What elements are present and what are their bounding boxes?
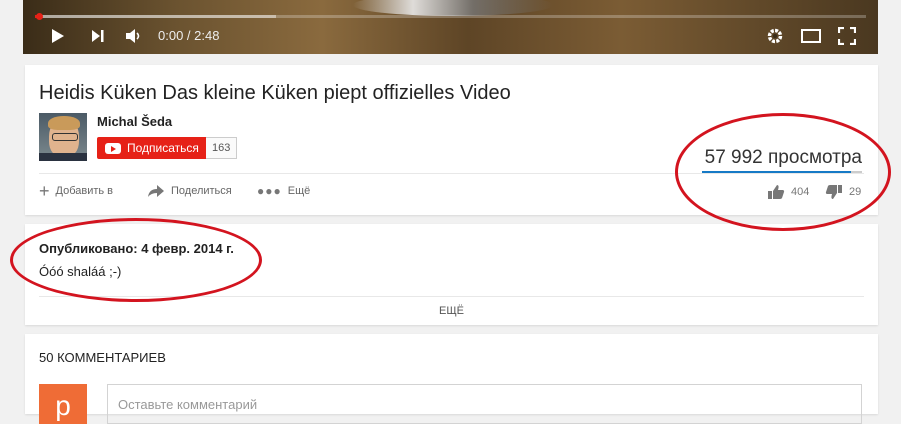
share-icon <box>148 185 164 197</box>
add-to-label: Добавить в <box>55 185 114 197</box>
settings-icon <box>767 28 783 44</box>
dislike-icon <box>825 185 842 199</box>
like-count: 404 <box>791 186 810 198</box>
progress-scrubber[interactable] <box>36 13 43 20</box>
subscribe-button[interactable]: Подписаться <box>97 137 206 159</box>
channel-name[interactable]: Michal Šeda <box>97 114 172 129</box>
video-player[interactable]: 0:00 / 2:48 <box>23 0 878 54</box>
add-icon: + <box>39 181 50 201</box>
like-icon <box>768 185 785 199</box>
divider <box>39 296 864 297</box>
subscriber-count: 163 <box>206 137 238 159</box>
avatar[interactable] <box>39 113 87 161</box>
dislike-button[interactable]: 29 <box>825 184 861 200</box>
comment-input[interactable]: Оставьте комментарий <box>107 384 862 424</box>
volume-icon <box>126 29 140 43</box>
next-icon <box>92 30 104 42</box>
dislike-count: 29 <box>849 186 862 198</box>
settings-button[interactable] <box>765 26 785 46</box>
time-display: 0:00 / 2:48 <box>158 28 220 43</box>
theater-icon <box>801 29 821 43</box>
progress-loaded <box>35 15 276 18</box>
add-to-button[interactable]: + Добавить в <box>39 181 114 201</box>
comments-count: 50 КОММЕНТАРИЕВ <box>39 350 166 365</box>
video-title: Heidis Küken Das kleine Küken piept offi… <box>39 82 511 104</box>
like-button[interactable]: 404 <box>767 184 809 200</box>
description-card: Опубликовано: 4 февр. 2014 г. Óóó shaláá… <box>25 224 878 325</box>
fullscreen-button[interactable] <box>837 26 857 46</box>
more-icon: ●●● <box>257 184 282 198</box>
progress-bar[interactable] <box>35 13 866 20</box>
more-actions-button[interactable]: ●●● Ещё <box>257 184 310 198</box>
play-icon <box>52 29 64 43</box>
fullscreen-icon <box>838 27 856 45</box>
video-info-card: Heidis Küken Das kleine Küken piept offi… <box>25 65 878 215</box>
share-label: Поделиться <box>171 185 232 197</box>
avatar: p <box>39 384 87 424</box>
next-button[interactable] <box>89 26 107 46</box>
subscribe-label: Подписаться <box>127 141 199 155</box>
play-button[interactable] <box>49 26 67 46</box>
video-frame <box>353 0 553 16</box>
theater-button[interactable] <box>800 26 822 46</box>
show-more-button[interactable]: ЕЩЁ <box>25 305 878 317</box>
youtube-logo-icon <box>105 142 121 154</box>
more-actions-label: Ещё <box>287 185 311 197</box>
description-text: Óóó shaláá ;-) <box>39 264 122 279</box>
divider <box>39 173 864 174</box>
volume-button[interactable] <box>124 26 144 46</box>
comments-card: 50 КОММЕНТАРИЕВ p Оставьте комментарий <box>25 334 878 424</box>
view-count: 57 992 просмотра <box>704 147 862 168</box>
publish-date: Опубликовано: 4 февр. 2014 г. <box>39 241 234 256</box>
share-button[interactable]: Поделиться <box>147 184 232 198</box>
